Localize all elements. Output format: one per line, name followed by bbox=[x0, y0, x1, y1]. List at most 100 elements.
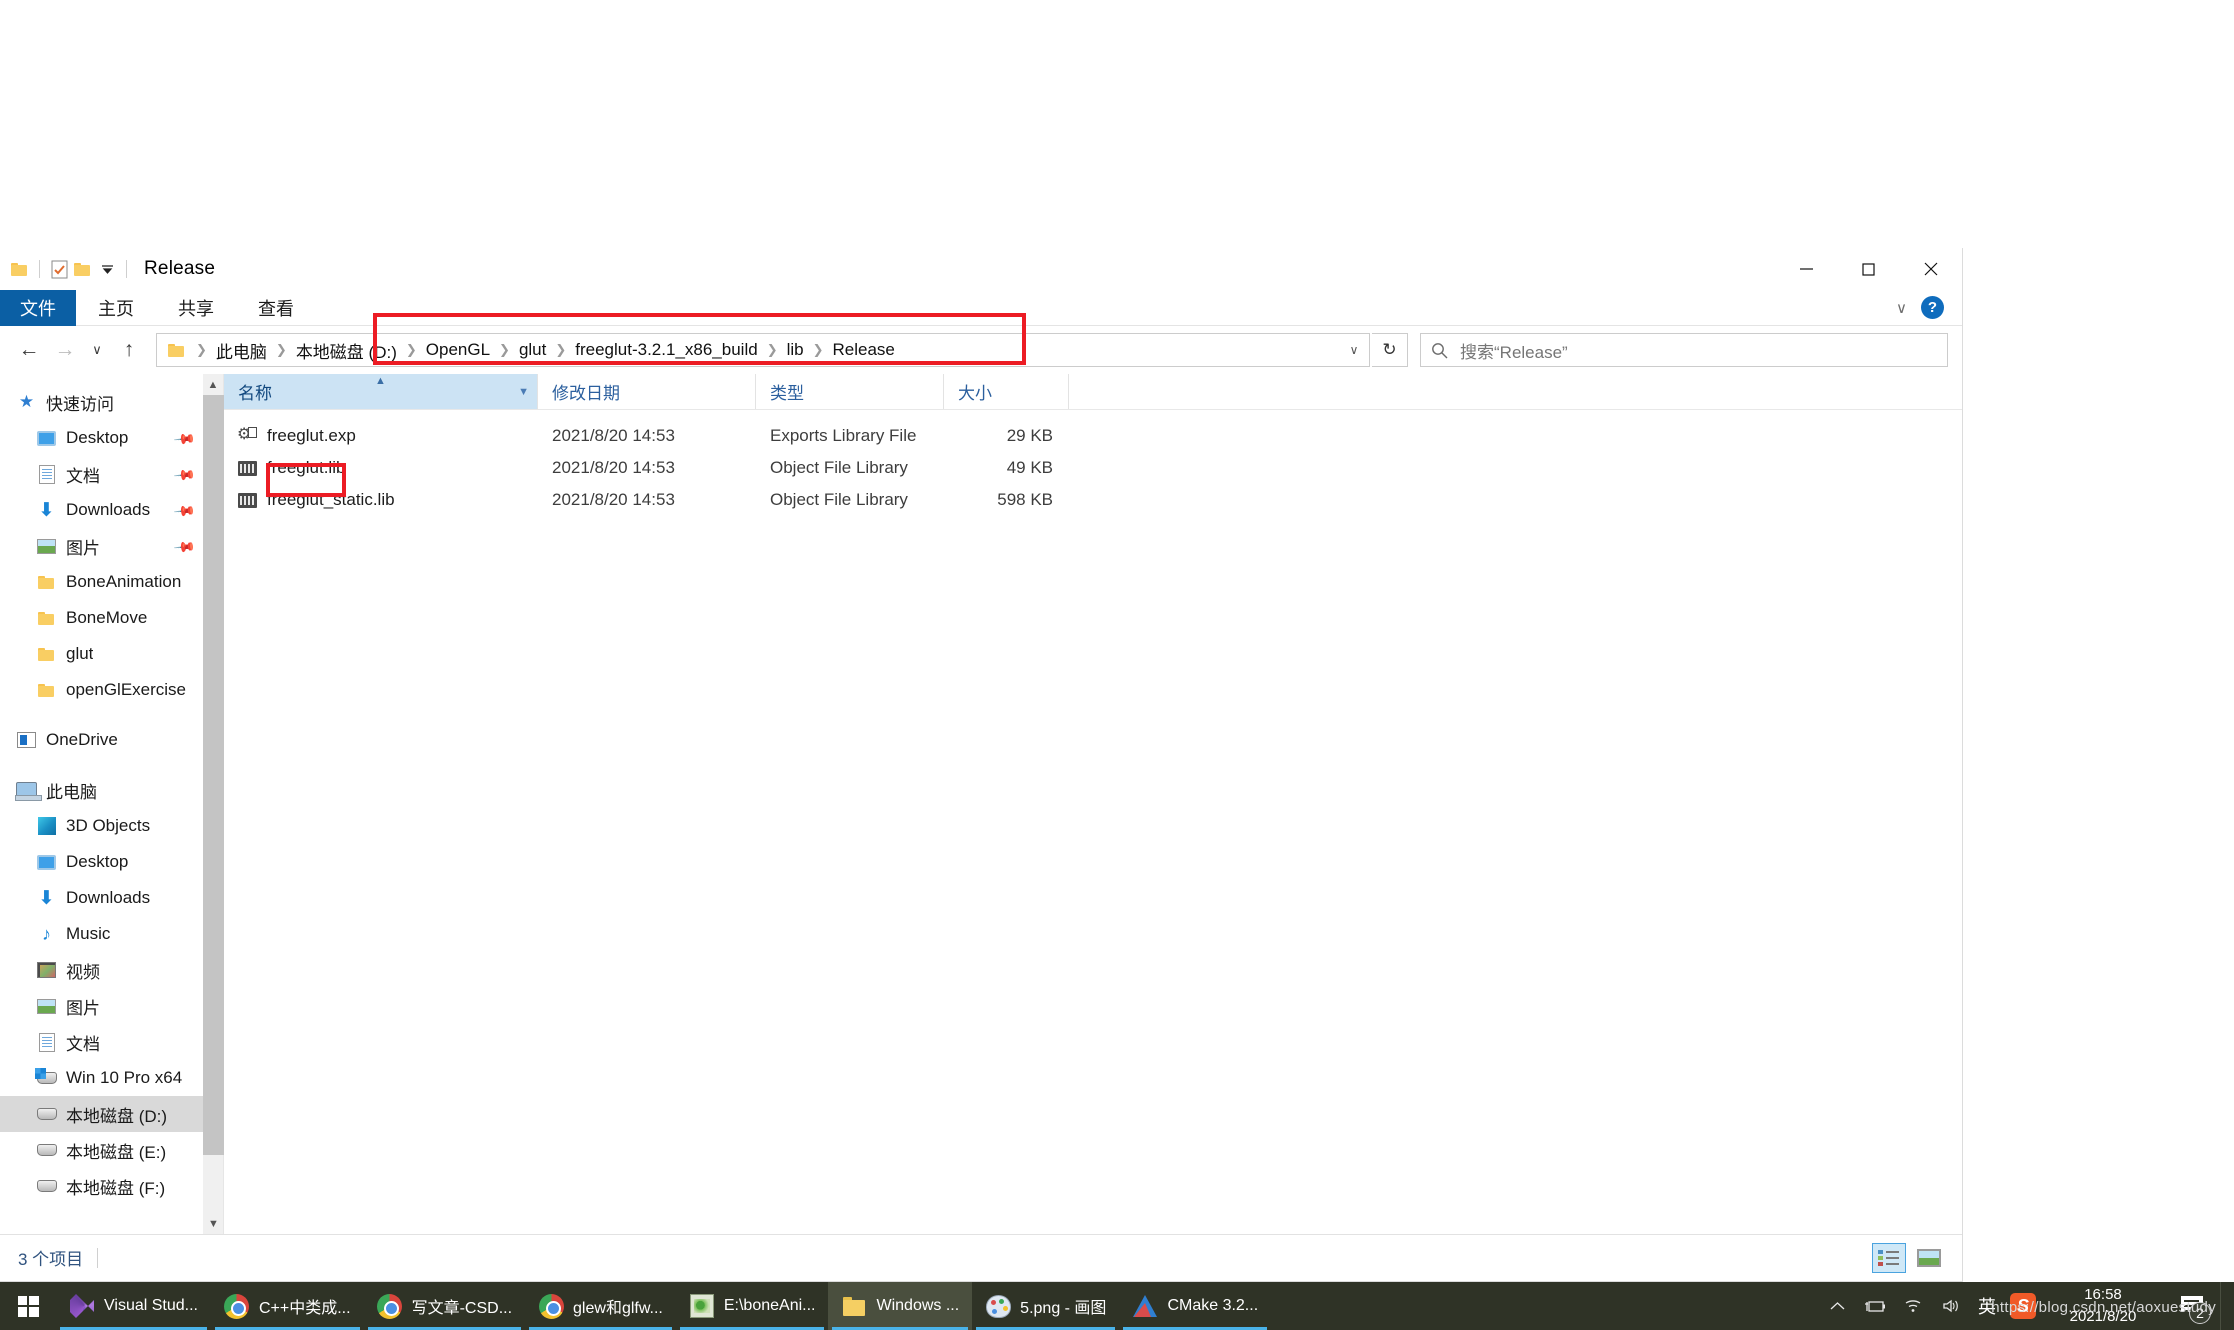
chevron-down-icon[interactable] bbox=[95, 257, 119, 281]
sidebar-item-bonemove[interactable]: BoneMove bbox=[0, 600, 203, 636]
pin-icon: 📌 bbox=[172, 463, 197, 487]
taskbar-item-visual-studio[interactable]: Visual Stud... bbox=[56, 1282, 211, 1330]
close-icon[interactable] bbox=[1900, 248, 1962, 290]
show-hidden-icons-icon[interactable] bbox=[1818, 1282, 1856, 1330]
taskbar-item-chrome-3[interactable]: glew和glfw... bbox=[525, 1282, 676, 1330]
navigation-pane-scrollbar[interactable]: ▲ ▼ bbox=[203, 374, 224, 1234]
address-dropdown-icon[interactable]: ∨ bbox=[1339, 334, 1369, 366]
scroll-down-icon[interactable]: ▼ bbox=[203, 1213, 224, 1234]
table-row[interactable]: freeglut.lib 2021/8/20 14:53 Object File… bbox=[224, 452, 1962, 484]
sidebar-item-downloads-pc[interactable]: ⬇ Downloads bbox=[0, 880, 203, 916]
column-label: 大小 bbox=[958, 384, 992, 403]
volume-icon[interactable] bbox=[1932, 1282, 1970, 1330]
chevron-down-icon[interactable]: ∨ bbox=[1896, 299, 1907, 317]
properties-checkbox-icon[interactable] bbox=[47, 257, 71, 281]
windows-drive-icon bbox=[34, 1068, 57, 1089]
table-row[interactable]: freeglut.exp 2021/8/20 14:53 Exports Lib… bbox=[224, 420, 1962, 452]
details-view-button[interactable] bbox=[1872, 1242, 1906, 1273]
breadcrumb-item-release[interactable]: Release bbox=[831, 340, 897, 360]
wifi-icon[interactable] bbox=[1894, 1282, 1932, 1330]
sidebar-item-local-disk-f[interactable]: 本地磁盘 (F:) bbox=[0, 1168, 203, 1204]
chevron-down-icon[interactable]: ▼ bbox=[518, 386, 529, 398]
sidebar-item-onedrive[interactable]: OneDrive bbox=[0, 722, 203, 758]
breadcrumb-item-local-disk-d[interactable]: 本地磁盘 (D:) bbox=[294, 338, 399, 363]
new-folder-icon[interactable] bbox=[71, 257, 95, 281]
item-count: 3 个项目 bbox=[18, 1250, 84, 1269]
sidebar-item-documents-pc[interactable]: 文档 bbox=[0, 1024, 203, 1060]
file-name-cell[interactable]: freeglut_static.lib bbox=[224, 490, 538, 510]
column-header-size[interactable]: 大小 bbox=[944, 374, 1069, 409]
large-icons-view-button[interactable] bbox=[1912, 1243, 1946, 1273]
address-bar[interactable]: ❯ 此电脑 ❯ 本地磁盘 (D:) ❯ OpenGL ❯ glut ❯ free… bbox=[156, 333, 1370, 367]
start-button[interactable] bbox=[0, 1282, 56, 1330]
scrollbar-thumb[interactable] bbox=[203, 395, 224, 1155]
sidebar-item-pictures[interactable]: 图片 📌 bbox=[0, 528, 203, 564]
sidebar-item-pictures-pc[interactable]: 图片 bbox=[0, 988, 203, 1024]
sidebar-item-videos[interactable]: 视频 bbox=[0, 952, 203, 988]
file-size: 49 KB bbox=[1006, 458, 1053, 477]
tab-home[interactable]: 主页 bbox=[76, 290, 156, 326]
table-row[interactable]: freeglut_static.lib 2021/8/20 14:53 Obje… bbox=[224, 484, 1962, 516]
breadcrumb-item-freeglut-build[interactable]: freeglut-3.2.1_x86_build bbox=[573, 340, 759, 360]
refresh-button[interactable]: ↻ bbox=[1372, 333, 1408, 367]
file-name-cell[interactable]: freeglut.lib bbox=[224, 458, 538, 478]
chrome-icon bbox=[538, 1293, 564, 1319]
folder-icon[interactable] bbox=[8, 257, 32, 281]
taskbar-item-notepadpp[interactable]: E:\boneAni... bbox=[676, 1282, 829, 1330]
breadcrumb-item-opengl[interactable]: OpenGL bbox=[424, 340, 492, 360]
sidebar-item-music[interactable]: ♪ Music bbox=[0, 916, 203, 952]
taskbar-item-chrome-1[interactable]: C++中类成... bbox=[211, 1282, 364, 1330]
sidebar-item-desktop[interactable]: Desktop 📌 bbox=[0, 420, 203, 456]
minimize-icon[interactable] bbox=[1776, 248, 1838, 290]
taskbar-item-paint[interactable]: 5.png - 画图 bbox=[972, 1282, 1119, 1330]
sidebar-item-openglexercise[interactable]: openGlExercise bbox=[0, 672, 203, 708]
file-list[interactable]: ▲ 名称 ▼ 修改日期 类型 大小 freeglut.exp bbox=[224, 374, 1962, 1234]
sidebar-section-quick-access[interactable]: ★ 快速访问 bbox=[0, 384, 203, 420]
sidebar-item-desktop-pc[interactable]: Desktop bbox=[0, 844, 203, 880]
sidebar-item-documents[interactable]: 文档 📌 bbox=[0, 456, 203, 492]
forward-button[interactable]: → bbox=[48, 333, 82, 367]
sidebar-item-local-disk-d[interactable]: 本地磁盘 (D:) bbox=[0, 1096, 203, 1132]
column-header-date[interactable]: 修改日期 bbox=[538, 374, 756, 409]
scroll-up-icon[interactable]: ▲ bbox=[203, 374, 223, 395]
sidebar-item-label: Desktop bbox=[66, 428, 129, 447]
search-input[interactable]: 搜索“Release” bbox=[1420, 333, 1948, 367]
up-button[interactable]: ↑ bbox=[112, 333, 146, 367]
tab-share[interactable]: 共享 bbox=[156, 290, 236, 326]
recent-locations-button[interactable]: ∨ bbox=[84, 333, 110, 367]
breadcrumb-item-this-pc[interactable]: 此电脑 bbox=[214, 338, 269, 363]
taskbar-item-explorer[interactable]: Windows ... bbox=[828, 1282, 973, 1330]
breadcrumb-item-lib[interactable]: lib bbox=[785, 340, 806, 360]
column-header-name[interactable]: ▲ 名称 ▼ bbox=[224, 374, 538, 409]
sidebar-item-boneanimation[interactable]: BoneAnimation bbox=[0, 564, 203, 600]
sidebar-item-3d-objects[interactable]: 3D Objects bbox=[0, 808, 203, 844]
desktop-icon bbox=[36, 852, 57, 873]
column-header-type[interactable]: 类型 bbox=[756, 374, 944, 409]
ribbon-right-controls: ∨ ? bbox=[1896, 290, 1962, 325]
exports-file-icon bbox=[237, 424, 257, 445]
sidebar-item-downloads[interactable]: ⬇ Downloads 📌 bbox=[0, 492, 203, 528]
taskbar-item-cmake[interactable]: CMake 3.2... bbox=[1119, 1282, 1271, 1330]
sidebar-section-this-pc[interactable]: 此电脑 bbox=[0, 772, 203, 808]
tab-view[interactable]: 查看 bbox=[236, 290, 316, 326]
back-button[interactable]: ← bbox=[12, 333, 46, 367]
breadcrumb-separator: ❯ bbox=[275, 342, 287, 357]
sidebar-item-win10-drive[interactable]: Win 10 Pro x64 bbox=[0, 1060, 203, 1096]
tab-file[interactable]: 文件 bbox=[0, 290, 76, 326]
file-explorer-window: Release 文件 主页 共享 查看 ∨ ? ← → ∨ ↑ ❯ 此电脑 ❯ … bbox=[0, 248, 1963, 1282]
help-icon[interactable]: ? bbox=[1921, 296, 1944, 319]
pictures-icon bbox=[36, 996, 57, 1017]
show-desktop-button[interactable] bbox=[2220, 1282, 2230, 1330]
window-controls bbox=[1776, 248, 1962, 290]
restore-icon[interactable] bbox=[1838, 248, 1900, 290]
sidebar-item-local-disk-e[interactable]: 本地磁盘 (E:) bbox=[0, 1132, 203, 1168]
column-label: 类型 bbox=[770, 384, 804, 403]
breadcrumb-item-glut[interactable]: glut bbox=[517, 340, 548, 360]
sidebar-item-glut[interactable]: glut bbox=[0, 636, 203, 672]
file-name-cell[interactable]: freeglut.exp bbox=[224, 424, 538, 446]
navigation-pane[interactable]: ★ 快速访问 Desktop 📌 文档 📌 ⬇ Downloads 📌 图片 📌… bbox=[0, 374, 203, 1234]
taskbar-item-chrome-2[interactable]: 写文章-CSD... bbox=[364, 1282, 525, 1330]
battery-icon[interactable] bbox=[1856, 1282, 1894, 1330]
status-bar: 3 个项目 bbox=[0, 1234, 1962, 1280]
